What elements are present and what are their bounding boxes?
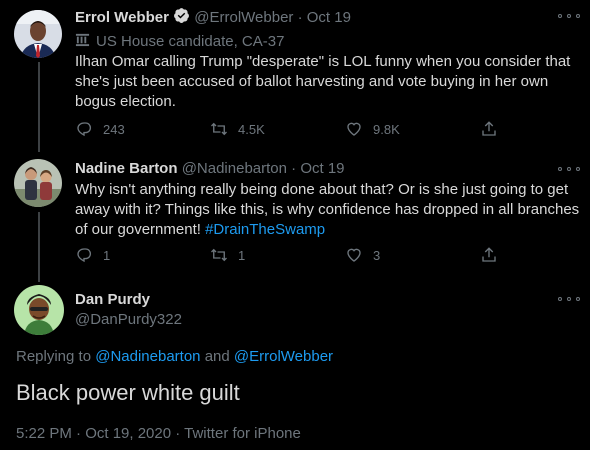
display-name[interactable]: Errol Webber bbox=[75, 9, 169, 26]
tweet-text-content: Why isn't anything really being done abo… bbox=[75, 181, 580, 238]
like-icon bbox=[347, 122, 361, 136]
display-name[interactable]: Dan Purdy bbox=[75, 291, 182, 308]
reply-count: 1 bbox=[103, 247, 111, 263]
reply-count: 243 bbox=[103, 121, 125, 137]
user-handle[interactable]: @DanPurdy322 bbox=[75, 311, 182, 328]
reply-icon bbox=[77, 248, 92, 263]
tweet-header: Dan Purdy @DanPurdy322 bbox=[75, 291, 182, 328]
separator: · bbox=[297, 9, 303, 26]
avatar[interactable] bbox=[14, 285, 64, 335]
separator: · bbox=[291, 160, 297, 177]
share-button[interactable] bbox=[480, 120, 510, 138]
share-icon bbox=[482, 247, 496, 262]
tweet-date[interactable]: Oct 19 bbox=[307, 9, 351, 26]
tweet-errol-webber[interactable]: Errol Webber @ErrolWebber · Oct 19 US Ho… bbox=[0, 0, 590, 155]
retweet-icon bbox=[211, 248, 227, 262]
main-tweet-text: Black power white guilt bbox=[16, 380, 240, 405]
replying-user-link[interactable]: @Nadinebarton bbox=[95, 348, 200, 365]
label-text: US House candidate, CA-37 bbox=[96, 33, 285, 50]
replying-prefix: Replying to bbox=[16, 348, 92, 365]
retweet-icon bbox=[211, 122, 227, 136]
tweet-actions: 243 4.5K 9.8K bbox=[75, 120, 515, 138]
government-building-icon bbox=[75, 32, 96, 51]
tweet-header: Errol Webber @ErrolWebber · Oct 19 bbox=[75, 7, 351, 28]
reply-icon bbox=[77, 122, 92, 137]
like-button[interactable]: 3 bbox=[345, 246, 480, 264]
retweet-count: 1 bbox=[238, 247, 246, 263]
tweet-date[interactable]: Oct 19 bbox=[300, 160, 344, 177]
avatar[interactable] bbox=[14, 159, 62, 207]
user-handle[interactable]: @ErrolWebber bbox=[194, 9, 293, 26]
like-button[interactable]: 9.8K bbox=[345, 120, 480, 138]
tweet-text: Why isn't anything really being done abo… bbox=[75, 180, 580, 240]
more-options-icon[interactable] bbox=[558, 165, 580, 173]
like-icon bbox=[347, 248, 361, 262]
hashtag-link[interactable]: #DrainTheSwamp bbox=[205, 221, 325, 238]
share-button[interactable] bbox=[480, 246, 510, 264]
tweet-meta[interactable]: 5:22 PM · Oct 19, 2020 · Twitter for iPh… bbox=[16, 425, 301, 442]
more-options-icon[interactable] bbox=[558, 12, 580, 20]
replying-to: Replying to @Nadinebarton and @ErrolWebb… bbox=[16, 348, 333, 365]
like-count: 3 bbox=[373, 247, 381, 263]
reply-button[interactable]: 1 bbox=[75, 246, 210, 264]
tweet-nadine-barton[interactable]: Nadine Barton @Nadinebarton · Oct 19 Why… bbox=[0, 155, 590, 280]
government-label: US House candidate, CA-37 bbox=[75, 32, 284, 51]
tweet-header: Nadine Barton @Nadinebarton · Oct 19 bbox=[75, 160, 345, 177]
verified-badge-icon bbox=[173, 7, 190, 28]
share-icon bbox=[482, 121, 496, 136]
tweet-actions: 1 1 3 bbox=[75, 246, 515, 264]
like-count: 9.8K bbox=[373, 121, 400, 137]
reply-button[interactable]: 243 bbox=[75, 120, 210, 138]
tweet-text: Ilhan Omar calling Trump "desperate" is … bbox=[75, 53, 571, 110]
user-handle[interactable]: @Nadinebarton bbox=[182, 160, 287, 177]
replying-and: and bbox=[204, 348, 230, 365]
avatar[interactable] bbox=[14, 10, 62, 58]
display-name[interactable]: Nadine Barton bbox=[75, 160, 178, 177]
retweet-button[interactable]: 1 bbox=[210, 246, 345, 264]
retweet-count: 4.5K bbox=[238, 121, 265, 137]
more-options-icon[interactable] bbox=[558, 295, 580, 303]
retweet-button[interactable]: 4.5K bbox=[210, 120, 345, 138]
replying-user-link[interactable]: @ErrolWebber bbox=[234, 348, 333, 365]
